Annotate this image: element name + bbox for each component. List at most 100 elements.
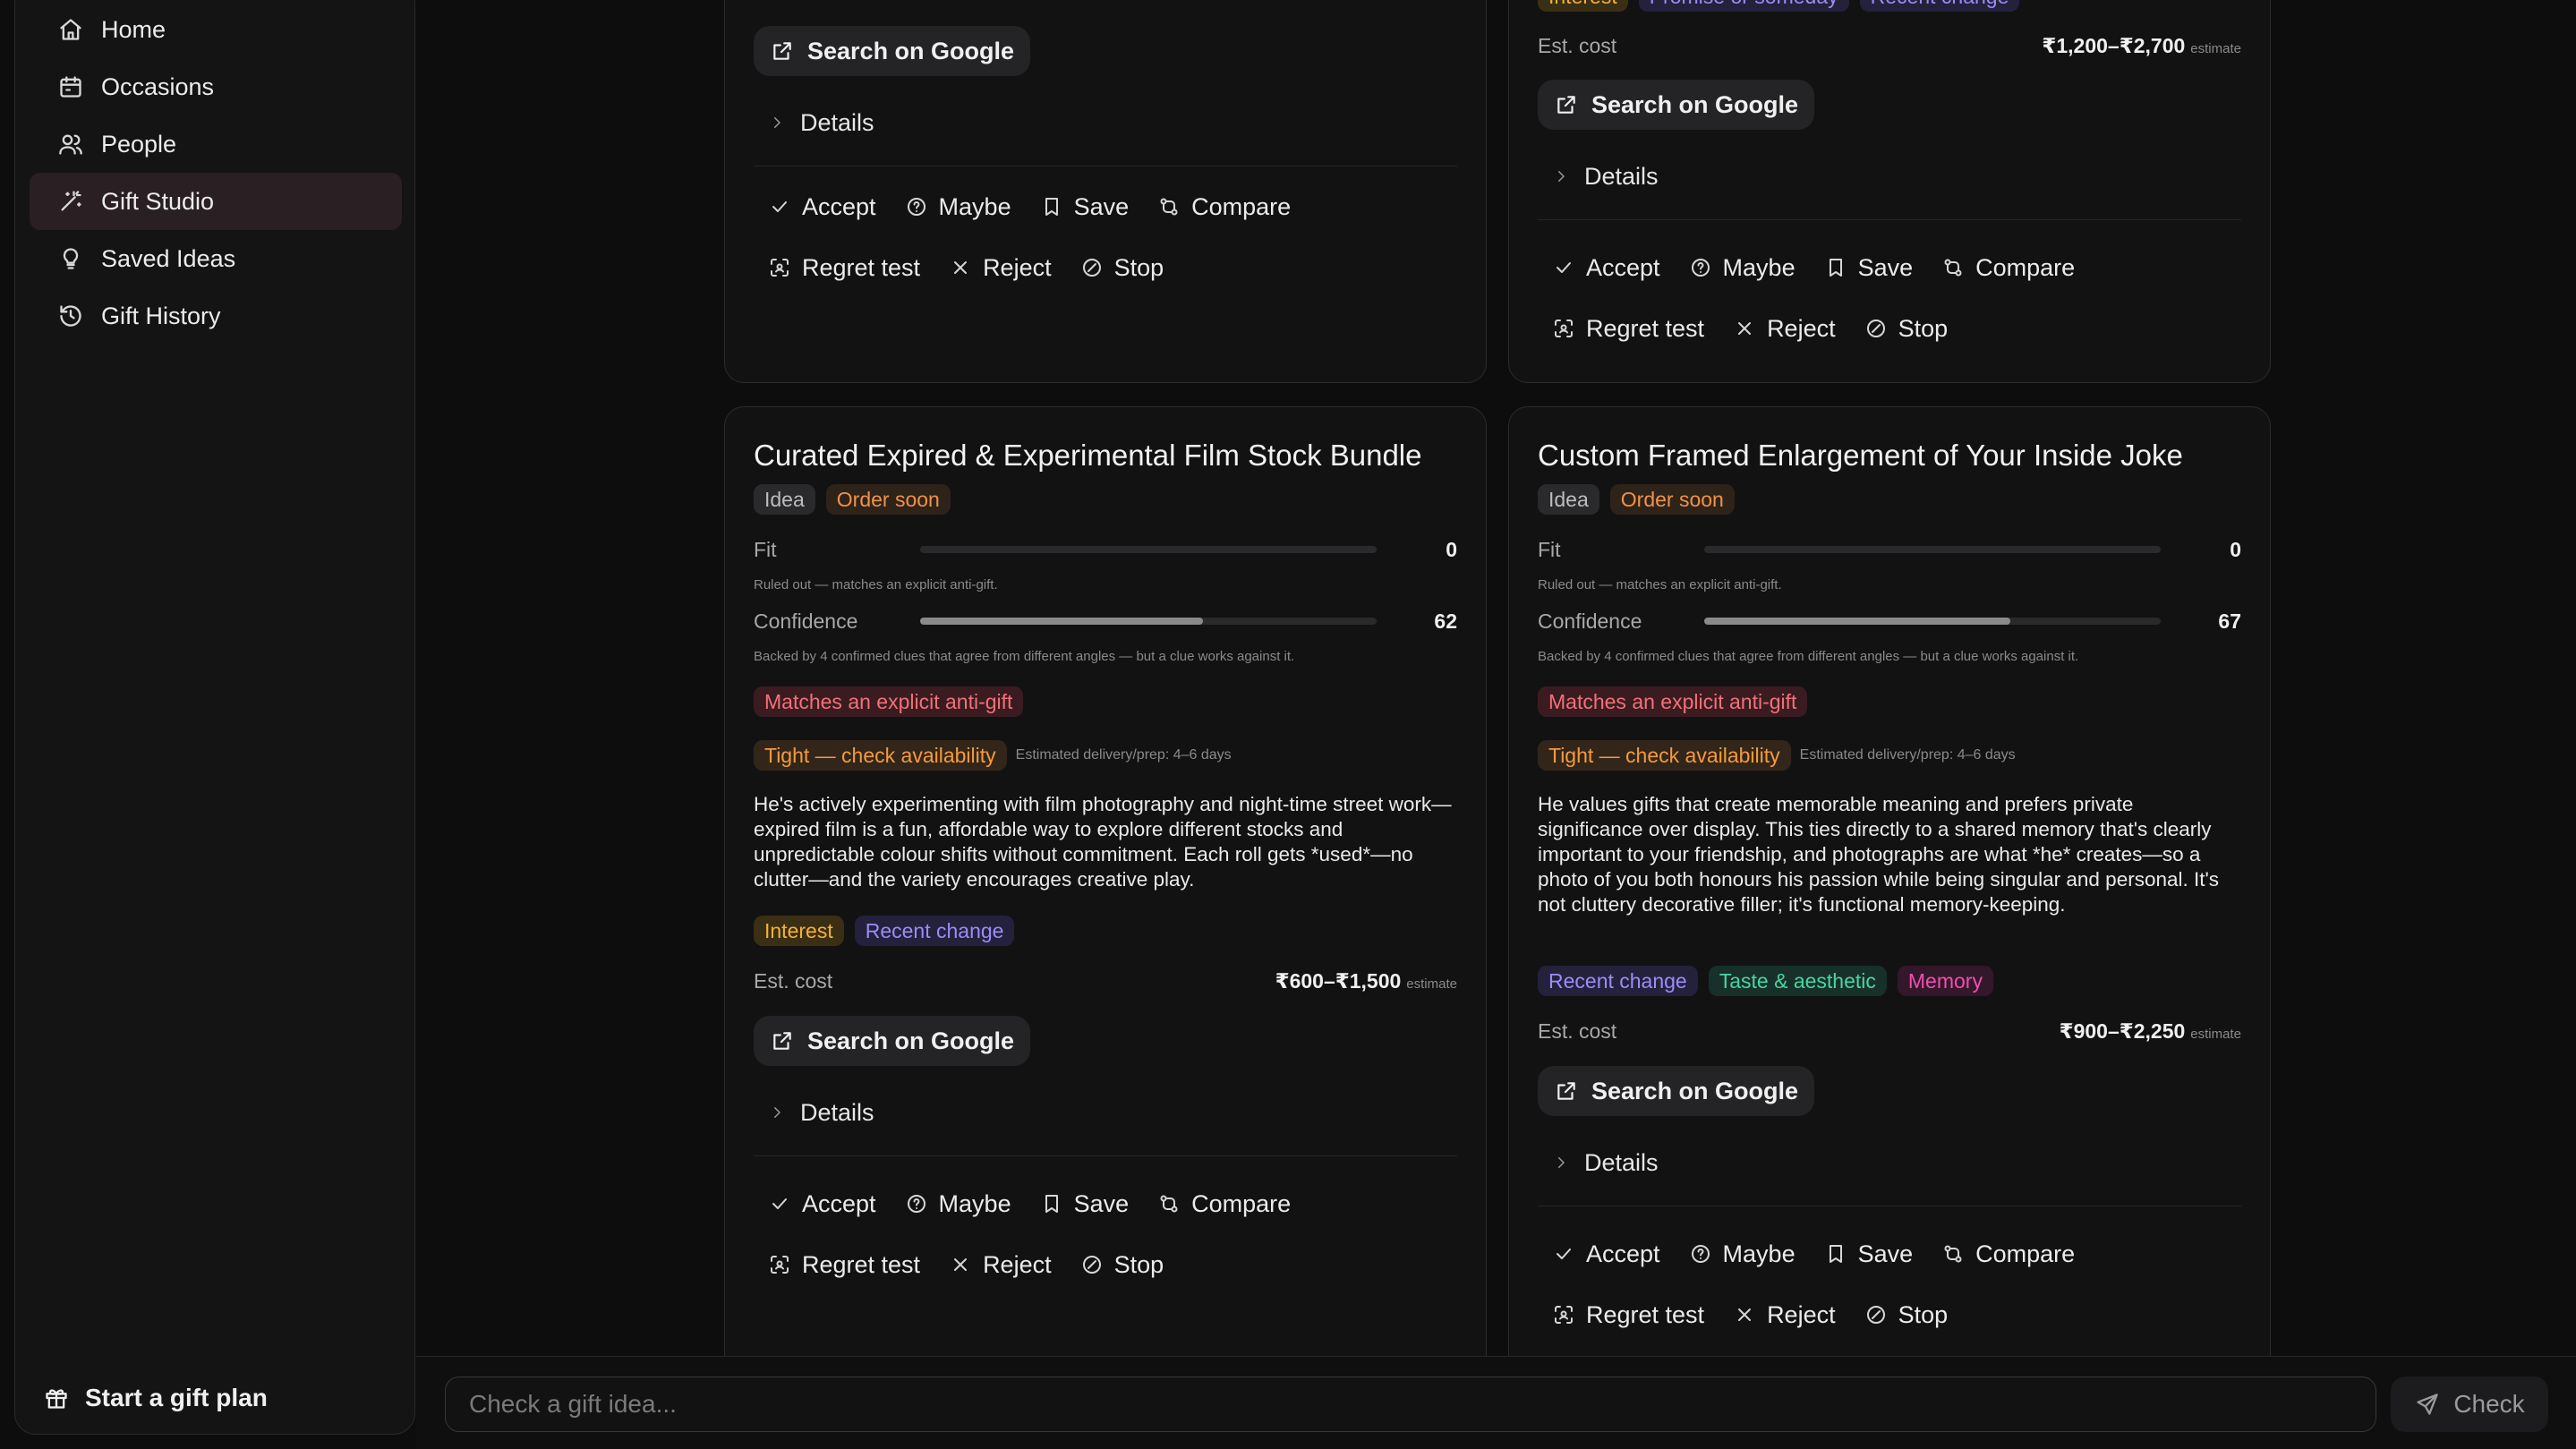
confidence-value: 67 [2218, 609, 2241, 633]
accept-button[interactable]: Accept [754, 1182, 891, 1225]
wand-icon [56, 187, 85, 216]
action-row: Accept Maybe Save Compare [1538, 1232, 2089, 1275]
save-button[interactable]: Save [1810, 246, 1928, 289]
est-cost-row: Est. cost ₹900–₹2,250 estimate [1538, 1016, 2241, 1046]
check-button[interactable]: Check [2391, 1377, 2548, 1432]
sidebar-item-saved-ideas[interactable]: Saved Ideas [30, 230, 402, 287]
search-on-google-button[interactable]: Search on Google [1538, 1066, 1815, 1116]
availability-badge: Tight — check availability [754, 740, 1007, 771]
details-toggle[interactable]: Details [1538, 158, 1659, 194]
sidebar-item-label: Occasions [101, 72, 215, 100]
stop-button[interactable]: Stop [1066, 1243, 1179, 1286]
sidebar-item-occasions[interactable]: Occasions [30, 58, 402, 115]
compare-button[interactable]: Compare [1143, 185, 1305, 228]
action-row: Accept Maybe Save Compare [754, 185, 1305, 228]
reject-button[interactable]: Reject [934, 246, 1066, 289]
action-row: Accept Maybe Save Compare [754, 1182, 1305, 1225]
fit-label: Fit [1538, 537, 1561, 561]
confidence-bar-fill [920, 618, 1204, 625]
fit-bar [920, 546, 1377, 553]
external-link-icon [770, 1028, 795, 1053]
confidence-bar [920, 618, 1377, 625]
check-gift-idea-input[interactable] [445, 1377, 2376, 1432]
gift-check-bar: Check [416, 1356, 2576, 1449]
anti-gift-warning: Matches an explicit anti-gift [754, 686, 1024, 717]
regret-test-button[interactable]: Regret test [1538, 307, 1719, 350]
fit-label: Fit [754, 537, 777, 561]
scan-face-icon [768, 1253, 791, 1276]
fit-note: Ruled out — matches an explicit anti-gif… [1538, 577, 1782, 592]
maybe-button[interactable]: Maybe [891, 1182, 1026, 1225]
maybe-button[interactable]: Maybe [891, 185, 1026, 228]
est-cost-row: Est. cost ₹600–₹1,500 estimate [754, 966, 1457, 996]
reject-button[interactable]: Reject [934, 1243, 1066, 1286]
compare-button[interactable]: Compare [1927, 246, 2089, 289]
sidebar-item-people[interactable]: People [30, 115, 402, 173]
sidebar-item-label: People [101, 130, 177, 158]
reject-button[interactable]: Reject [1719, 1293, 1850, 1336]
action-row: Regret test Reject Stop [1538, 307, 1962, 350]
details-toggle[interactable]: Details [754, 1095, 874, 1130]
clue-tags: Interest Promise or someday Recent chang… [1538, 0, 2020, 12]
sidebar-item-home[interactable]: Home [30, 1, 402, 58]
accept-button[interactable]: Accept [754, 185, 891, 228]
maybe-button[interactable]: Maybe [1675, 246, 1810, 289]
compare-icon [1941, 1242, 1965, 1266]
external-link-icon [770, 38, 795, 64]
confidence-note: Backed by 4 confirmed clues that agree f… [754, 649, 1295, 664]
close-icon [949, 1253, 972, 1276]
confidence-metric: Confidence 67 [1538, 606, 2241, 636]
regret-test-button[interactable]: Regret test [754, 1243, 934, 1286]
stop-circle-icon [1864, 317, 1888, 340]
compare-icon [1157, 1192, 1181, 1215]
search-on-google-button[interactable]: Search on Google [1538, 80, 1815, 130]
maybe-button[interactable]: Maybe [1675, 1232, 1810, 1275]
details-toggle[interactable]: Details [754, 105, 874, 141]
accept-button[interactable]: Accept [1538, 1232, 1675, 1275]
compare-button[interactable]: Compare [1927, 1232, 2089, 1275]
details-toggle[interactable]: Details [1538, 1145, 1659, 1181]
est-cost-value: ₹600–₹1,500 estimate [1275, 968, 1457, 993]
start-gift-plan-button[interactable]: Start a gift plan [42, 1384, 268, 1412]
action-row: Accept Maybe Save Compare [1538, 246, 2089, 289]
chevron-right-icon [1552, 167, 1570, 185]
stop-circle-icon [1080, 1253, 1104, 1276]
regret-test-button[interactable]: Regret test [754, 246, 934, 289]
sidebar-nav: Home Occasions People Gift Studio Saved … [30, 1, 402, 345]
chevron-right-icon [768, 1104, 786, 1121]
divider [1538, 219, 2241, 220]
fit-note: Ruled out — matches an explicit anti-gif… [754, 577, 998, 592]
est-cost-label: Est. cost [1538, 1019, 1617, 1043]
save-button[interactable]: Save [1026, 185, 1144, 228]
accept-button[interactable]: Accept [1538, 246, 1675, 289]
regret-test-button[interactable]: Regret test [1538, 1293, 1719, 1336]
stop-button[interactable]: Stop [1850, 307, 1963, 350]
est-cost-label: Est. cost [1538, 33, 1617, 57]
sidebar-item-gift-history[interactable]: Gift History [30, 287, 402, 345]
clue-tag: Taste & aesthetic [1708, 966, 1887, 996]
confidence-metric: Confidence 62 [754, 606, 1457, 636]
save-button[interactable]: Save [1810, 1232, 1928, 1275]
urgency-badge: Order soon [825, 484, 951, 515]
est-cost-value: ₹1,200–₹2,700 estimate [2042, 33, 2241, 57]
sidebar: Home Occasions People Gift Studio Saved … [14, 0, 415, 1435]
reject-button[interactable]: Reject [1719, 307, 1850, 350]
check-icon [1552, 1242, 1575, 1266]
confidence-label: Confidence [1538, 609, 1642, 633]
chevron-right-icon [1552, 1154, 1570, 1172]
sidebar-item-label: Gift Studio [101, 187, 215, 215]
search-on-google-button[interactable]: Search on Google [754, 1016, 1031, 1066]
search-on-google-button[interactable]: Search on Google [754, 26, 1031, 76]
calendar-icon [56, 72, 85, 101]
compare-button[interactable]: Compare [1143, 1182, 1305, 1225]
idea-card: Search on Google Details Accept Maybe Sa… [724, 0, 1487, 383]
fit-value: 0 [1446, 537, 1457, 561]
sidebar-item-gift-studio[interactable]: Gift Studio [30, 173, 402, 230]
clue-tags: Recent change Taste & aesthetic Memory [1538, 966, 1993, 996]
stop-button[interactable]: Stop [1066, 246, 1179, 289]
clue-tag: Promise or someday [1638, 0, 1849, 12]
stop-button[interactable]: Stop [1850, 1293, 1963, 1336]
save-button[interactable]: Save [1026, 1182, 1144, 1225]
status-tags: Idea Order soon [754, 484, 951, 515]
scan-face-icon [768, 256, 791, 279]
